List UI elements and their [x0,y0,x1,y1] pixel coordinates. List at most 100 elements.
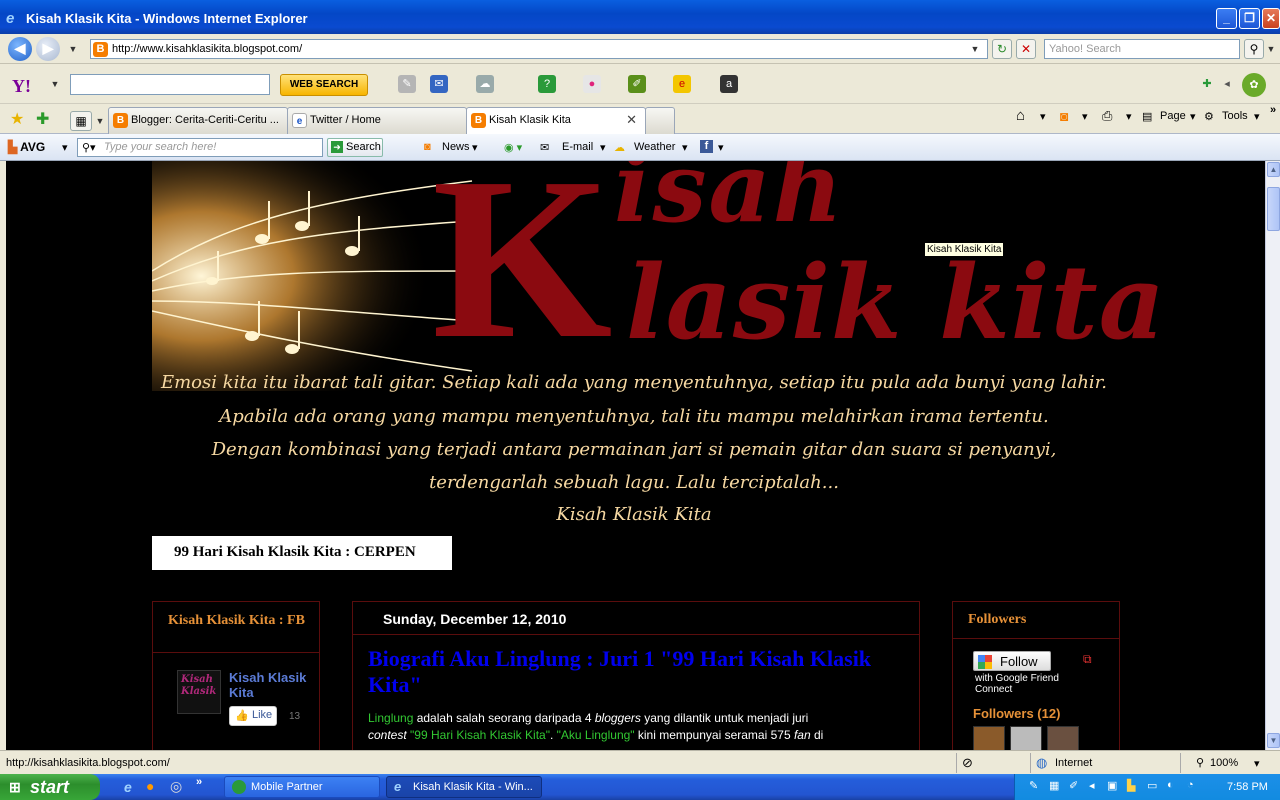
address-dropdown-icon[interactable]: ▼ [968,40,982,58]
tab-twitter[interactable]: e Twitter / Home [287,107,467,134]
tray-avg-icon[interactable]: ▙ [1127,779,1135,792]
tools-dropdown-icon[interactable]: ▾ [1254,110,1260,123]
facebook-page-thumbnail[interactable]: Kisah Klasik [177,670,221,714]
zoom-level[interactable]: 100% [1210,757,1238,769]
print-icon[interactable]: ⎙ [1102,108,1112,124]
weather-cloud-icon[interactable]: ☁ [476,75,494,93]
add-button-icon[interactable]: ✚ [1198,75,1216,93]
tray-keyboard-icon[interactable]: ▦ [1049,779,1059,792]
tray-volume-icon[interactable]: ◐ [1167,779,1174,791]
yahoo-search-input[interactable]: Yahoo! Search [1044,39,1240,59]
scroll-up-icon[interactable]: ▲ [1267,162,1280,177]
avg-search-input[interactable]: Type your search here! [77,138,323,157]
address-bar[interactable]: B http://www.kisahklasikita.blogspot.com… [90,39,988,59]
tab-kisah-klasik-kita[interactable]: B Kisah Klasik Kita ✕ [466,107,646,134]
tray-message-icon[interactable]: ◔ [1187,779,1194,791]
chevron-more-icon[interactable]: » [1270,104,1276,116]
vertical-scrollbar[interactable]: ▲ ▼ [1265,161,1280,750]
feed-dropdown-icon[interactable]: ▾ [1082,110,1088,123]
answers-icon[interactable]: ? [538,75,556,93]
taskbar-item-mobile-partner[interactable]: Mobile Partner [224,776,380,798]
add-favorites-icon[interactable]: ✚ [36,109,49,129]
page-menu[interactable]: Page [1160,110,1186,122]
chevron-left-icon[interactable]: ◂ [1218,75,1236,93]
ie-quicklaunch-icon[interactable]: e [124,779,132,795]
avg-search-button[interactable]: ➜ Search [327,138,383,157]
avg-logo[interactable]: ▙ AVG [8,140,45,154]
ebay-icon[interactable]: e [673,75,691,93]
search-options-icon[interactable]: ▼ [1264,40,1278,58]
yahoo-menu-icon[interactable]: ▼ [48,75,62,93]
facebook-dropdown-icon[interactable]: ▾ [718,141,724,154]
notepad-icon[interactable]: ✎ [398,75,416,93]
app-quicklaunch-icon[interactable]: ◎ [170,778,182,795]
rss-feed-icon[interactable]: ◙ [1060,108,1068,124]
facebook-page-name[interactable]: Kisah Klasik Kita [229,670,315,700]
facebook-icon[interactable]: f [700,140,713,153]
home-icon[interactable]: ⌂ [1016,107,1025,124]
follower-avatar[interactable] [973,726,1005,750]
page-dropdown-icon[interactable]: ▾ [1190,110,1196,123]
tray-network-icon[interactable]: ▣ [1107,779,1117,792]
avg-menu-icon[interactable]: ▾ [62,141,68,154]
scrollbar-thumb[interactable] [1267,187,1280,231]
home-dropdown-icon[interactable]: ▾ [1040,110,1046,123]
start-button[interactable]: ⊞ start [0,774,100,800]
search-icon[interactable]: ⚲ [1244,39,1264,59]
minimize-button[interactable]: _ [1216,8,1237,29]
tools-menu[interactable]: Tools [1222,110,1248,122]
history-dropdown-icon[interactable]: ▼ [66,40,80,58]
back-button[interactable]: ◀ [8,37,32,61]
facebook-like-button[interactable]: 👍 Like [229,706,278,726]
settings-gear-icon[interactable]: ✿ [1242,73,1266,97]
zoom-dropdown-icon[interactable]: ▾ [1254,757,1260,770]
tray-expand-icon[interactable]: ◂ [1089,779,1095,792]
page-tab-cerpen[interactable]: 99 Hari Kisah Klasik Kita : CERPEN [152,536,452,570]
mail-icon[interactable]: ✉ [430,75,448,93]
privacy-icon[interactable]: ⊘ [962,755,973,771]
favorites-star-icon[interactable]: ★ [10,109,24,129]
email-menu[interactable]: E-mail [562,141,593,153]
email-dropdown-icon[interactable]: ▾ [600,141,606,154]
restore-button[interactable]: ❐ [1239,8,1260,29]
contest-link[interactable]: "99 Hari Kisah Klasik Kita" [410,728,550,742]
safe-search-icon[interactable]: ◉ ▾ [504,141,522,154]
tray-tool-icon[interactable]: ✎ [1029,779,1038,792]
flickr-icon[interactable]: ● [583,75,601,93]
amazon-icon[interactable]: a [720,75,738,93]
scroll-down-icon[interactable]: ▼ [1267,733,1280,748]
firefox-quicklaunch-icon[interactable]: ● [146,778,154,794]
post-title-link[interactable]: Biografi Aku Linglung : Juri 1 "99 Hari … [368,646,888,698]
linglung-link[interactable]: Linglung [368,711,413,725]
tab-blogger[interactable]: B Blogger: Cerita-Ceriti-Ceritu ... [108,107,288,134]
weather-menu[interactable]: Weather [634,141,675,153]
news-menu[interactable]: News [442,141,470,153]
follower-avatar[interactable] [1047,726,1079,750]
external-link-icon[interactable]: ⧉ [1083,652,1092,667]
notes-icon[interactable]: ✐ [628,75,646,93]
weather-dropdown-icon[interactable]: ▾ [682,141,688,154]
news-dropdown-icon[interactable]: ▾ [472,141,478,154]
print-dropdown-icon[interactable]: ▾ [1126,110,1132,123]
quicklaunch-more-icon[interactable]: » [196,776,202,788]
close-tab-icon[interactable]: ✕ [626,112,637,128]
aku-linglung-link[interactable]: "Aku Linglung" [557,728,635,742]
tab-label: Kisah Klasik Kita [489,114,571,126]
tray-monitor-icon[interactable]: ▭ [1147,779,1157,792]
forward-button[interactable]: ▶ [36,37,60,61]
tray-pen-icon[interactable]: ✐ [1069,779,1078,792]
quick-tabs-icon[interactable]: ▦ [70,111,92,131]
follower-avatar[interactable] [1010,726,1042,750]
yahoo-toolbar-search-input[interactable] [70,74,270,95]
yahoo-logo-icon[interactable]: Y! [12,76,31,97]
follow-button[interactable]: Follow [973,651,1051,671]
tab-label: Blogger: Cerita-Ceriti-Ceritu ... [131,114,279,126]
web-search-button[interactable]: WEB SEARCH [280,74,368,96]
stop-icon[interactable]: ✕ [1016,39,1036,59]
new-tab-button[interactable] [645,107,675,134]
close-window-button[interactable]: ✕ [1262,8,1280,29]
refresh-icon[interactable]: ↻ [992,39,1012,59]
clock[interactable]: 7:58 PM [1227,781,1268,793]
tab-list-icon[interactable]: ▼ [93,112,107,130]
taskbar-item-ie[interactable]: e Kisah Klasik Kita - Win... [386,776,542,798]
